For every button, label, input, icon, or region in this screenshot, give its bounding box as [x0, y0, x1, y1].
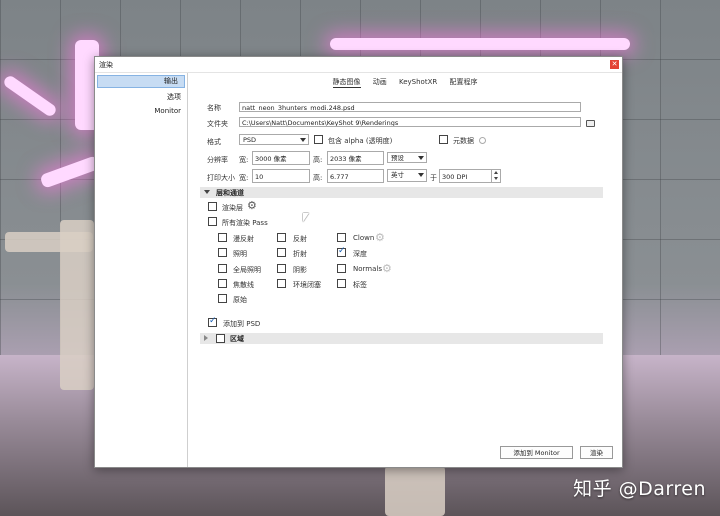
close-button[interactable]: ✕ [610, 60, 619, 69]
tab-keyshotxr[interactable]: KeyShotXR [399, 78, 437, 86]
resolution-height-input[interactable]: 2033 像素 [327, 151, 384, 165]
sidebar-item-monitor[interactable]: Monitor [95, 104, 187, 118]
pass-shadow-label: 阴影 [293, 266, 307, 274]
print-width-input[interactable]: 10 [252, 169, 310, 183]
spin-down-icon [494, 177, 498, 180]
expand-right-icon [204, 335, 208, 341]
pass-caustics-label: 焦散线 [233, 281, 254, 289]
watermark: 知乎 @Darren [573, 478, 706, 500]
add-to-monitor-button[interactable]: 添加到 Monitor [500, 446, 573, 459]
pass-diffuse-checkbox[interactable] [218, 233, 227, 242]
pass-clown-label: Clown [353, 234, 375, 242]
gear-icon[interactable]: ⚙ [375, 232, 385, 243]
pass-lighting-label: 照明 [233, 250, 247, 258]
metadata-checkbox[interactable] [439, 135, 448, 144]
folder-label: 文件夹 [207, 120, 228, 128]
preset-value: 预设 [391, 154, 404, 162]
folder-input[interactable]: C:\Users\Natt\Documents\KeyShot 9\Render… [239, 117, 581, 127]
chevron-down-icon [418, 173, 424, 177]
print-height-label: 高: [313, 174, 323, 182]
format-select[interactable]: PSD [239, 134, 309, 145]
print-unit-value: 英寸 [391, 171, 404, 179]
format-value: PSD [243, 136, 257, 144]
info-icon[interactable] [479, 137, 486, 144]
figure-bottom [385, 466, 445, 516]
dpi-value: 300 DPI [442, 173, 468, 181]
pass-raw-label: 原始 [233, 296, 247, 304]
pass-diffuse-label: 漫反射 [233, 235, 254, 243]
gear-icon[interactable]: ⚙ [382, 263, 392, 274]
pass-labels-label: 标签 [353, 281, 367, 289]
print-height-input[interactable]: 6.777 [327, 169, 384, 183]
pass-global-illumination-label: 全局照明 [233, 266, 261, 274]
window-title: 渲染 [99, 61, 113, 69]
pass-reflection-label: 反射 [293, 235, 307, 243]
region-checkbox[interactable] [216, 334, 225, 343]
neon-tube [330, 38, 630, 50]
alpha-label: 包含 alpha (透明度) [328, 137, 393, 145]
figure-left-body [60, 220, 94, 390]
layers-section-label: 层和通道 [216, 189, 244, 197]
print-width-label: 宽: [239, 174, 249, 182]
resolution-width-input[interactable]: 3000 像素 [252, 151, 310, 165]
chevron-down-icon [300, 138, 306, 142]
all-passes-checkbox[interactable] [208, 217, 217, 226]
pass-global-illumination-checkbox[interactable] [218, 264, 227, 273]
layers-section-header[interactable]: 层和通道 [200, 187, 603, 198]
render-window: 渲染 ✕ 输出 选项 Monitor 静态图像 动画 KeyShotXR 配置程… [94, 56, 623, 468]
chevron-down-icon [418, 156, 424, 160]
add-to-psd-label: 添加到 PSD [223, 320, 261, 328]
resolution-label: 分辨率 [207, 156, 228, 164]
pass-raw-checkbox[interactable] [218, 294, 227, 303]
render-button[interactable]: 渲染 [580, 446, 613, 459]
expand-down-icon [204, 190, 210, 194]
at-label: 于 [430, 174, 437, 182]
sidebar-item-output[interactable]: 输出 [97, 75, 185, 88]
add-to-psd-checkbox[interactable] [208, 316, 217, 327]
dpi-spinner[interactable] [491, 169, 501, 182]
tab-still-image[interactable]: 静态图像 [332, 77, 361, 88]
pass-lighting-checkbox[interactable] [218, 248, 227, 257]
tab-animation[interactable]: 动画 [373, 77, 387, 87]
pass-normals-label: Normals [353, 265, 382, 273]
print-unit-select[interactable]: 英寸 [387, 169, 427, 182]
pass-ambient-occlusion-label: 环境闭塞 [293, 281, 321, 289]
title-bar: 渲染 ✕ [95, 57, 622, 73]
all-passes-label: 所有渲染 Pass [222, 219, 268, 227]
pass-normals-checkbox[interactable] [337, 264, 346, 273]
pass-reflection-checkbox[interactable] [277, 233, 286, 242]
sidebar: 输出 选项 Monitor [95, 73, 188, 467]
folder-icon[interactable] [586, 120, 595, 127]
pass-depth-label: 深度 [353, 250, 367, 258]
pass-shadow-checkbox[interactable] [277, 264, 286, 273]
pass-clown-checkbox[interactable] [337, 233, 346, 242]
print-size-label: 打印大小 [207, 174, 235, 182]
render-layers-label: 渲染层 [222, 204, 243, 212]
pass-depth-checkbox[interactable] [337, 246, 346, 257]
region-section-label: 区域 [230, 335, 244, 343]
resolution-height-label: 高: [313, 156, 323, 164]
close-icon: ✕ [611, 60, 618, 68]
render-layers-checkbox[interactable] [208, 202, 217, 211]
preset-select[interactable]: 预设 [387, 152, 427, 163]
resolution-width-label: 宽: [239, 156, 249, 164]
spin-up-icon [494, 171, 498, 174]
pass-ambient-occlusion-checkbox[interactable] [277, 279, 286, 288]
region-section-header[interactable]: 区域 [200, 333, 603, 344]
pass-labels-checkbox[interactable] [337, 279, 346, 288]
pass-refraction-checkbox[interactable] [277, 248, 286, 257]
format-label: 格式 [207, 138, 221, 146]
alpha-checkbox[interactable] [314, 135, 323, 144]
tab-bar: 静态图像 动画 KeyShotXR 配置程序 [188, 73, 622, 89]
name-input[interactable]: natt_neon_3hunters_modi.248.psd [239, 102, 581, 112]
sidebar-item-options[interactable]: 选项 [95, 90, 187, 104]
mouse-cursor-icon [303, 213, 309, 222]
gear-icon[interactable]: ⚙ [247, 200, 257, 211]
pass-caustics-checkbox[interactable] [218, 279, 227, 288]
tab-configurator[interactable]: 配置程序 [449, 77, 477, 87]
pass-refraction-label: 折射 [293, 250, 307, 258]
metadata-label: 元数据 [453, 137, 474, 145]
name-label: 名称 [207, 104, 221, 112]
